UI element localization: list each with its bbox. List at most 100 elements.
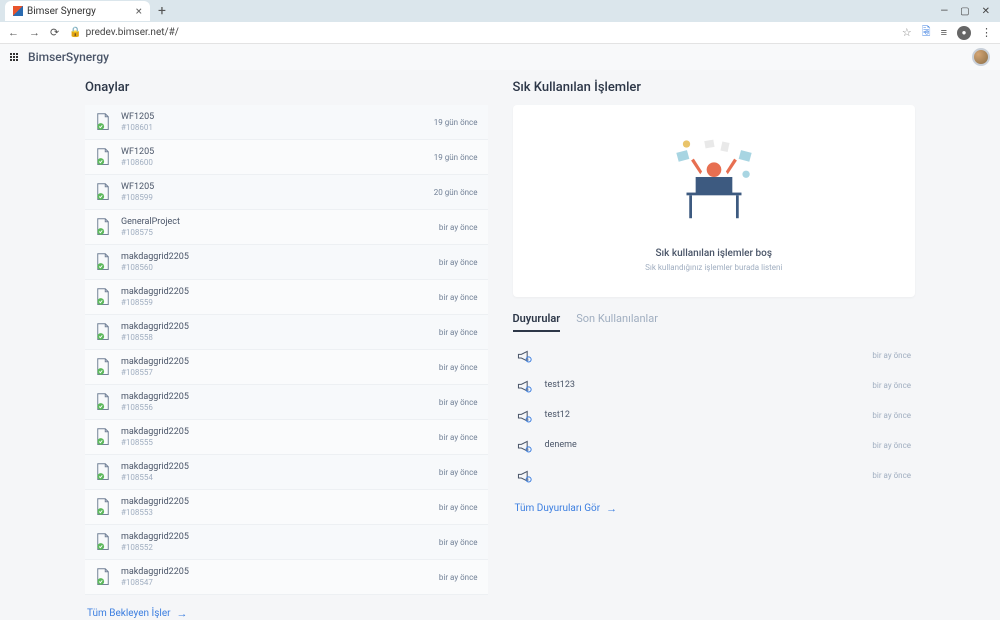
- app-menu-icon[interactable]: [10, 53, 18, 61]
- approval-id: #108599: [121, 193, 154, 202]
- approval-name: makdaggrid2205: [121, 287, 189, 297]
- back-icon[interactable]: ←: [8, 26, 19, 39]
- announcement-item[interactable]: i bir ay önce: [513, 460, 916, 490]
- approval-name: makdaggrid2205: [121, 357, 189, 367]
- tab-recent[interactable]: Son Kullanılanlar: [576, 312, 658, 332]
- frequent-title: Sık Kullanılan İşlemler: [513, 80, 916, 95]
- empty-state: Sık kullanılan işlemler boş Sık kullandı…: [533, 125, 896, 277]
- approval-time: bir ay önce: [439, 293, 478, 302]
- approval-item[interactable]: WF1205 #108600 19 gün önce: [85, 140, 488, 175]
- browser-menu-icon[interactable]: ⋮: [981, 26, 992, 39]
- document-icon: [95, 148, 111, 166]
- empty-subtitle: Sık kullandığınız işlemler burada listen…: [533, 263, 896, 272]
- approval-time: 20 gün önce: [434, 188, 478, 197]
- new-tab-icon[interactable]: +: [158, 3, 166, 19]
- approval-item[interactable]: makdaggrid2205 #108554 bir ay önce: [85, 455, 488, 490]
- approval-time: bir ay önce: [439, 223, 478, 232]
- approval-id: #108557: [121, 368, 189, 377]
- announcement-time: bir ay önce: [872, 441, 911, 450]
- approval-name: makdaggrid2205: [121, 497, 189, 507]
- approval-id: #108600: [121, 158, 154, 167]
- document-icon: [95, 288, 111, 306]
- app-title: BimserSynergy: [28, 50, 109, 64]
- approval-name: WF1205: [121, 112, 154, 122]
- lock-icon: 🔒: [69, 27, 81, 38]
- document-icon: [95, 113, 111, 131]
- approval-name: GeneralProject: [121, 217, 180, 227]
- address-field[interactable]: 🔒 predev.bimser.net/#/: [69, 27, 179, 38]
- main-content: Onaylar WF1205 #108601 19 gün önce WF120…: [0, 70, 1000, 544]
- approval-item[interactable]: WF1205 #108599 20 gün önce: [85, 175, 488, 210]
- approval-id: #108552: [121, 543, 189, 552]
- approval-item[interactable]: makdaggrid2205 #108552 bir ay önce: [85, 525, 488, 560]
- minimize-icon[interactable]: —: [940, 6, 948, 17]
- favicon-icon: [13, 6, 23, 16]
- empty-title: Sık kullanılan işlemler boş: [533, 248, 896, 259]
- approval-id: #108601: [121, 123, 154, 132]
- approval-id: #108560: [121, 263, 189, 272]
- approval-id: #108575: [121, 228, 180, 237]
- translate-icon[interactable]: 🗟: [922, 23, 931, 42]
- approval-item[interactable]: GeneralProject #108575 bir ay önce: [85, 210, 488, 245]
- tabs: Duyurular Son Kullanılanlar: [513, 312, 916, 332]
- approval-item[interactable]: makdaggrid2205 #108557 bir ay önce: [85, 350, 488, 385]
- approval-time: 19 gün önce: [434, 153, 478, 162]
- approval-time: bir ay önce: [439, 328, 478, 337]
- bookmark-icon[interactable]: ☆: [902, 26, 912, 39]
- forward-icon[interactable]: →: [29, 26, 40, 39]
- browser-profile-icon[interactable]: ●: [957, 26, 971, 40]
- approval-item[interactable]: makdaggrid2205 #108559 bir ay önce: [85, 280, 488, 315]
- announcement-item[interactable]: i deneme bir ay önce: [513, 430, 916, 460]
- announcement-item[interactable]: i test123 bir ay önce: [513, 370, 916, 400]
- user-avatar[interactable]: [972, 48, 990, 66]
- all-announcements-link[interactable]: Tüm Duyuruları Gör →: [513, 502, 916, 515]
- maximize-icon[interactable]: ▢: [960, 6, 969, 17]
- megaphone-icon: i: [517, 438, 533, 452]
- approval-name: WF1205: [121, 147, 154, 157]
- announcement-item[interactable]: i test12 bir ay önce: [513, 400, 916, 430]
- approval-info: makdaggrid2205 #108560: [121, 252, 189, 272]
- document-icon: [95, 498, 111, 516]
- all-pending-link[interactable]: Tüm Bekleyen İşler →: [85, 607, 488, 620]
- approval-item[interactable]: makdaggrid2205 #108558 bir ay önce: [85, 315, 488, 350]
- approval-time: bir ay önce: [439, 433, 478, 442]
- approval-info: makdaggrid2205 #108554: [121, 462, 189, 482]
- browser-tab[interactable]: Bimser Synergy ×: [5, 1, 150, 21]
- announcement-time: bir ay önce: [872, 351, 911, 360]
- svg-text:i: i: [528, 388, 529, 392]
- approval-id: #108558: [121, 333, 189, 342]
- approval-item[interactable]: makdaggrid2205 #108560 bir ay önce: [85, 245, 488, 280]
- approval-item[interactable]: makdaggrid2205 #108553 bir ay önce: [85, 490, 488, 525]
- document-icon: [95, 183, 111, 201]
- close-window-icon[interactable]: ✕: [982, 6, 990, 17]
- frequent-card: Sık kullanılan işlemler boş Sık kullandı…: [513, 105, 916, 297]
- approval-item[interactable]: makdaggrid2205 #108556 bir ay önce: [85, 385, 488, 420]
- approval-item[interactable]: makdaggrid2205 #108547 bir ay önce: [85, 560, 488, 595]
- approval-name: makdaggrid2205: [121, 252, 189, 262]
- arrow-right-icon: →: [606, 502, 617, 515]
- approvals-title: Onaylar: [85, 80, 488, 95]
- approval-info: WF1205 #108601: [121, 112, 154, 132]
- extensions-icon[interactable]: ≡: [941, 26, 947, 39]
- approval-id: #108553: [121, 508, 189, 517]
- svg-text:i: i: [528, 358, 529, 362]
- reload-icon[interactable]: ⟳: [50, 26, 59, 39]
- approval-info: makdaggrid2205 #108556: [121, 392, 189, 412]
- approval-id: #108559: [121, 298, 189, 307]
- tab-close-icon[interactable]: ×: [136, 4, 142, 18]
- approval-item[interactable]: makdaggrid2205 #108555 bir ay önce: [85, 420, 488, 455]
- approval-time: bir ay önce: [439, 468, 478, 477]
- announcement-time: bir ay önce: [872, 471, 911, 480]
- approval-info: GeneralProject #108575: [121, 217, 180, 237]
- arrow-right-icon: →: [177, 607, 188, 620]
- empty-illustration-icon: [659, 133, 769, 233]
- approval-info: makdaggrid2205 #108555: [121, 427, 189, 447]
- approval-id: #108555: [121, 438, 189, 447]
- announcement-item[interactable]: i bir ay önce: [513, 340, 916, 370]
- approval-time: bir ay önce: [439, 503, 478, 512]
- approval-id: #108554: [121, 473, 189, 482]
- tab-announcements[interactable]: Duyurular: [513, 312, 561, 332]
- svg-text:i: i: [528, 418, 529, 422]
- approval-info: makdaggrid2205 #108558: [121, 322, 189, 342]
- approval-item[interactable]: WF1205 #108601 19 gün önce: [85, 105, 488, 140]
